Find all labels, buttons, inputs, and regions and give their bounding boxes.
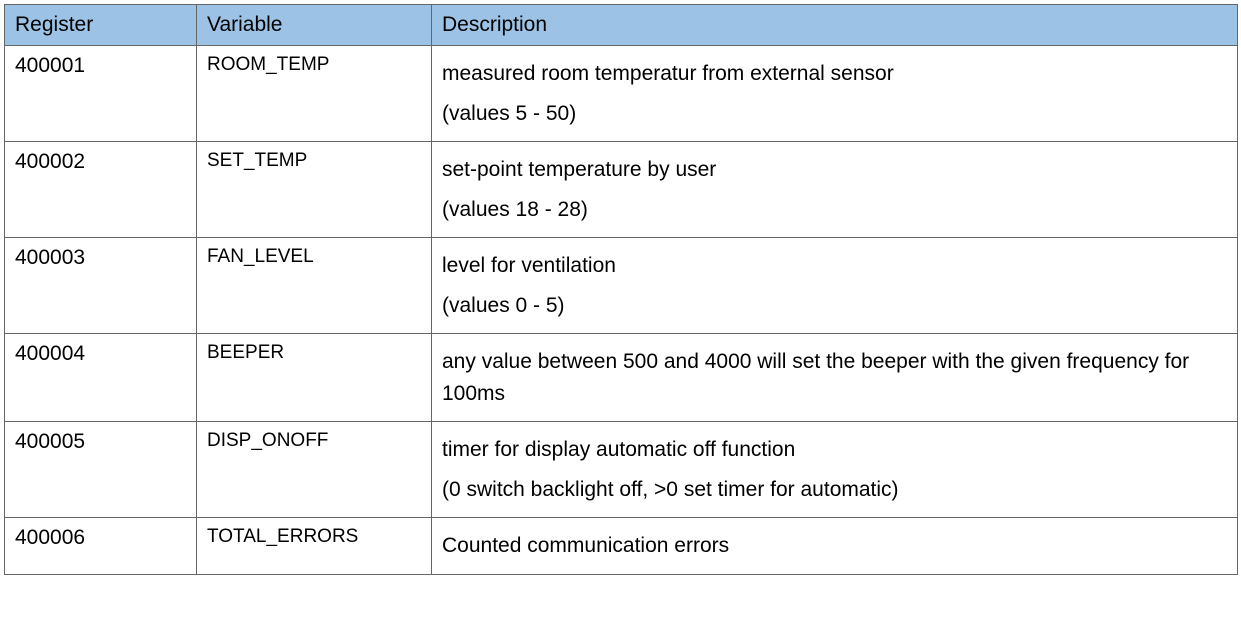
desc-line: any value between 500 and 4000 will set … — [442, 342, 1227, 413]
desc-line: (0 switch backlight off, >0 set timer fo… — [442, 470, 1227, 510]
cell-register: 400005 — [5, 422, 197, 518]
desc-line: measured room temperatur from external s… — [442, 54, 1227, 94]
cell-variable: TOTAL_ERRORS — [197, 518, 432, 575]
cell-register: 400001 — [5, 46, 197, 142]
table-row: 400006 TOTAL_ERRORS Counted communicatio… — [5, 518, 1238, 575]
desc-line: timer for display automatic off function — [442, 430, 1227, 470]
cell-variable: DISP_ONOFF — [197, 422, 432, 518]
table-row: 400004 BEEPER any value between 500 and … — [5, 334, 1238, 422]
cell-description: measured room temperatur from external s… — [432, 46, 1238, 142]
header-variable: Variable — [197, 5, 432, 46]
table-row: 400003 FAN_LEVEL level for ventilation (… — [5, 238, 1238, 334]
cell-register: 400002 — [5, 142, 197, 238]
cell-description: Counted communication errors — [432, 518, 1238, 575]
cell-description: any value between 500 and 4000 will set … — [432, 334, 1238, 422]
desc-line: (values 18 - 28) — [442, 190, 1227, 230]
desc-line: Counted communication errors — [442, 526, 1227, 566]
cell-description: timer for display automatic off function… — [432, 422, 1238, 518]
cell-description: level for ventilation (values 0 - 5) — [432, 238, 1238, 334]
header-register: Register — [5, 5, 197, 46]
table-header-row: Register Variable Description — [5, 5, 1238, 46]
table-row: 400002 SET_TEMP set-point temperature by… — [5, 142, 1238, 238]
cell-register: 400003 — [5, 238, 197, 334]
header-description: Description — [432, 5, 1238, 46]
cell-variable: FAN_LEVEL — [197, 238, 432, 334]
cell-register: 400006 — [5, 518, 197, 575]
table-row: 400001 ROOM_TEMP measured room temperatu… — [5, 46, 1238, 142]
desc-line: set-point temperature by user — [442, 150, 1227, 190]
cell-variable: SET_TEMP — [197, 142, 432, 238]
desc-line: (values 5 - 50) — [442, 94, 1227, 134]
register-table: Register Variable Description 400001 ROO… — [4, 4, 1238, 575]
desc-line: level for ventilation — [442, 246, 1227, 286]
table-row: 400005 DISP_ONOFF timer for display auto… — [5, 422, 1238, 518]
cell-variable: BEEPER — [197, 334, 432, 422]
cell-register: 400004 — [5, 334, 197, 422]
cell-variable: ROOM_TEMP — [197, 46, 432, 142]
desc-line: (values 0 - 5) — [442, 286, 1227, 326]
cell-description: set-point temperature by user (values 18… — [432, 142, 1238, 238]
